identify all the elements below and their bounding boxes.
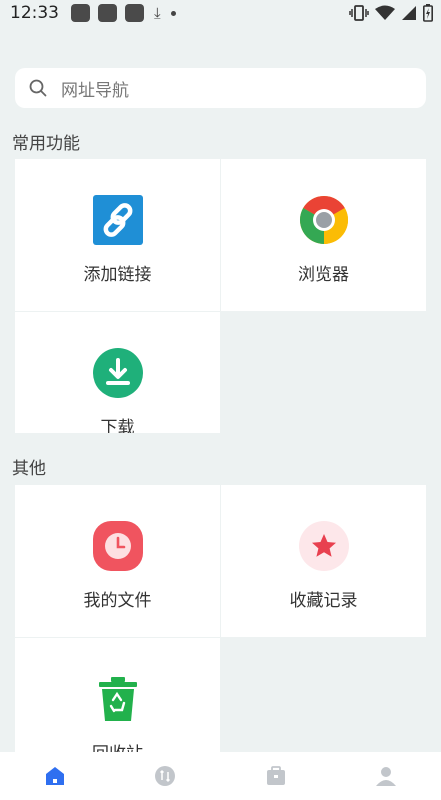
star-icon [298,521,349,571]
nav-toolbox[interactable] [246,752,306,800]
status-bar: 12:33 ⤓ [0,0,441,26]
my-files-label: 我的文件 [83,591,152,611]
favorites-label: 收藏记录 [289,591,358,611]
nav-home[interactable] [25,752,85,800]
notification-icon [71,4,90,22]
transfer-icon [155,766,176,786]
battery-icon [423,4,433,22]
my-files-item[interactable]: 我的文件 [15,485,220,637]
common-functions-grid: 添加链接 浏览器 下载 [15,159,426,433]
favorites-item[interactable]: 收藏记录 [221,485,426,637]
other-grid: 我的文件 收藏记录 回收站 [15,485,426,752]
wifi-icon [375,5,395,20]
recycle-bin-label: 回收站 [92,739,143,752]
toolbox-icon [266,766,285,785]
search-icon [29,79,47,97]
browser-item[interactable]: 浏览器 [221,159,426,311]
recycle-bin-item[interactable]: 回收站 [15,638,220,752]
download-status-icon: ⤓ [154,4,161,22]
nav-transfer[interactable] [135,752,195,800]
link-icon [92,195,143,245]
profile-icon [375,767,396,786]
search-placeholder: 网址导航 [61,80,129,101]
more-notifications-icon [170,10,176,16]
chrome-icon [299,195,348,244]
download-icon [92,348,143,398]
empty-cell [221,312,426,433]
nav-profile[interactable] [356,752,416,800]
home-icon [46,767,65,785]
status-time: 12:33 [10,3,59,23]
bottom-nav [0,752,441,800]
add-link-label: 添加链接 [83,265,152,285]
search-input[interactable]: 网址导航 [15,68,426,108]
vibrate-icon [349,5,369,21]
signal-icon [402,6,416,20]
recycle-bin-icon [98,677,137,721]
notification-icon [98,4,117,22]
add-link-item[interactable]: 添加链接 [15,159,220,311]
download-label: 下载 [100,418,135,433]
section-title-common: 常用功能 [12,134,80,154]
clock-icon [92,521,143,571]
browser-label: 浏览器 [298,265,349,285]
section-title-other: 其他 [12,459,46,479]
notification-icon [125,4,144,22]
empty-cell [221,638,426,752]
download-item[interactable]: 下载 [15,312,220,433]
